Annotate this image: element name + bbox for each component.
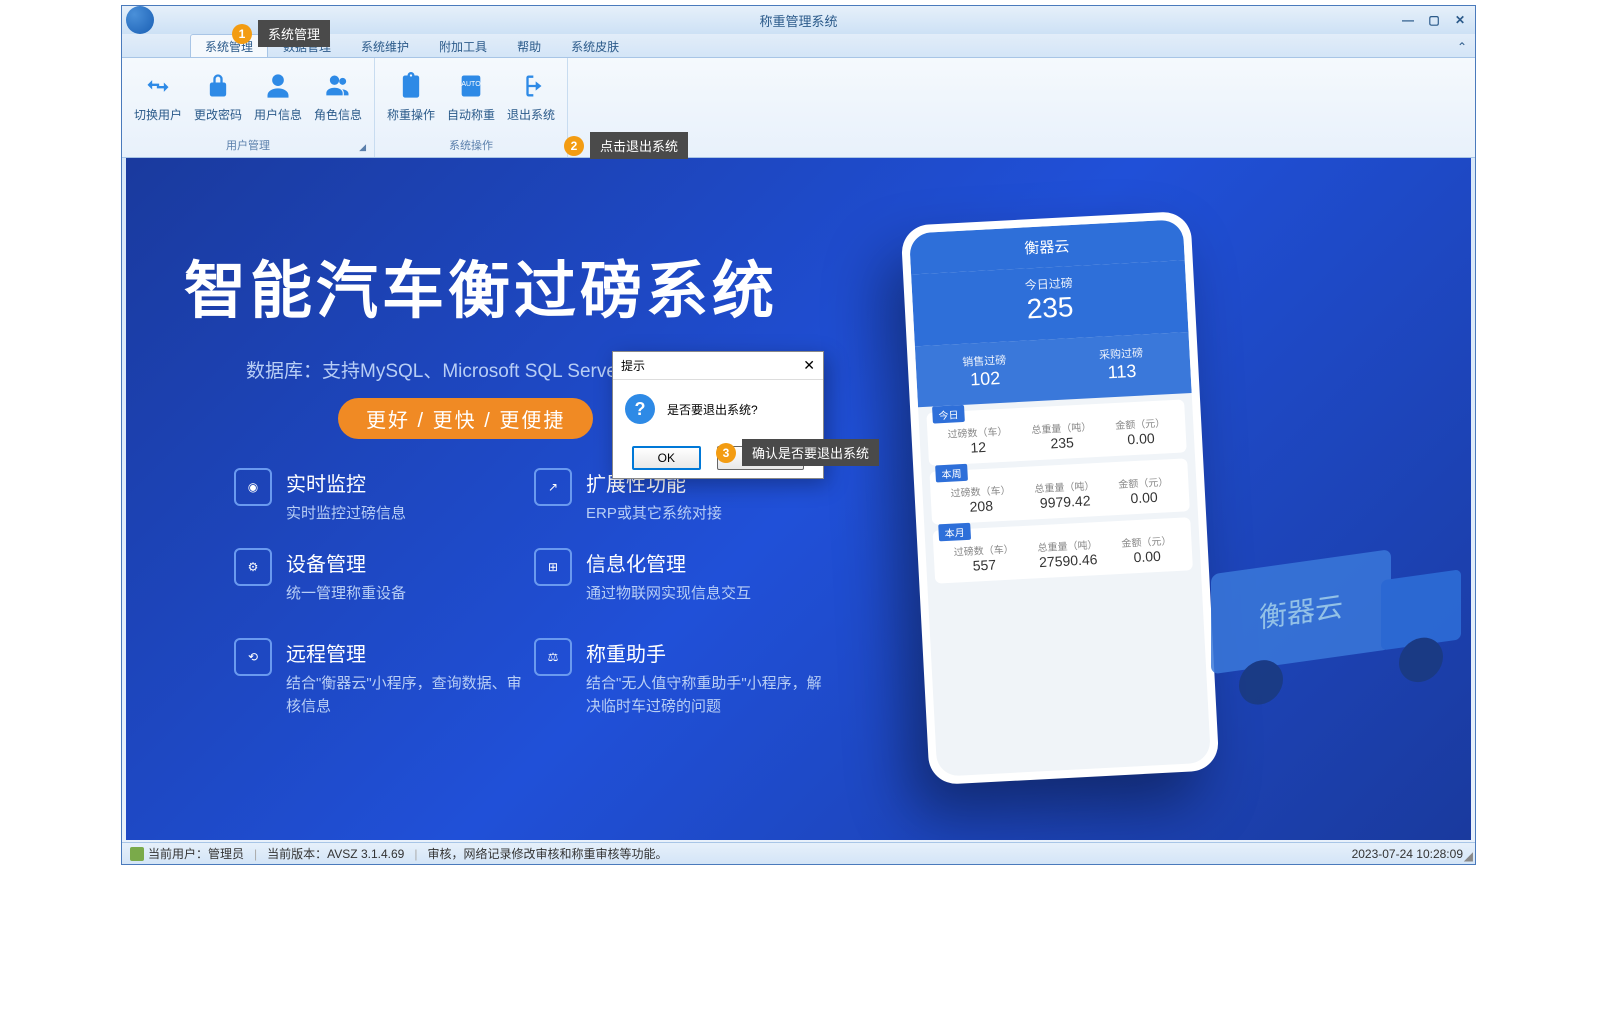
exit-icon	[517, 72, 545, 100]
ribbon-item-label: 退出系统	[507, 106, 555, 123]
question-icon: ?	[625, 394, 655, 424]
tab-addon-tools[interactable]: 附加工具	[424, 34, 502, 57]
phone-card: 本周 过磅数（车）208总重量（吨）9979.42金额（元）0.00	[929, 458, 1189, 524]
ribbon-group-label: 用户管理◢	[128, 135, 368, 155]
auto-weighing-button[interactable]: AUTO 自动称重	[441, 60, 501, 135]
tab-help[interactable]: 帮助	[502, 34, 556, 57]
phone-card-tag: 本周	[935, 464, 968, 483]
ribbon-item-label: 角色信息	[314, 106, 362, 123]
annotation-text: 确认是否要退出系统	[742, 439, 879, 466]
dialog-titlebar: 提示 ✕	[613, 352, 823, 380]
dialog-close-button[interactable]: ✕	[803, 357, 815, 374]
dialog-message: 是否要退出系统?	[667, 401, 758, 418]
ribbon-group-user: 切换用户 更改密码 用户信息 角色信息 用户管理◢	[122, 58, 375, 157]
ribbon-group-label: 系统操作	[381, 135, 561, 155]
weighing-op-button[interactable]: 称重操作	[381, 60, 441, 135]
annotation-badge: 3	[716, 443, 736, 463]
phone-screen: 衡器云 今日过磅 235 销售过磅102 采购过磅113 今日 过磅数（车）12…	[909, 219, 1211, 777]
phone-card: 今日 过磅数（车）12总重量（吨）235金额（元）0.00	[926, 399, 1186, 465]
window-controls: — ▢ ✕	[1399, 12, 1469, 28]
app-window: 称重管理系统 — ▢ ✕ 系统管理 数据管理 系统维护 附加工具 帮助 系统皮肤…	[121, 5, 1476, 865]
auto-icon: AUTO	[457, 72, 485, 100]
user-icon	[264, 72, 292, 100]
remote-icon: ⟲	[234, 638, 272, 676]
user-info-button[interactable]: 用户信息	[248, 60, 308, 135]
hero-title: 智能汽车衡过磅系统	[184, 240, 778, 330]
status-version-value: AVSZ 3.1.4.69	[327, 847, 404, 861]
ribbon-content: 切换用户 更改密码 用户信息 角色信息 用户管理◢	[122, 58, 1475, 158]
ribbon-item-label: 更改密码	[194, 106, 242, 123]
phone-card-tag: 今日	[932, 405, 965, 424]
tab-system-maintain[interactable]: 系统维护	[346, 34, 424, 57]
switch-user-icon	[144, 72, 172, 100]
monitor-icon: ◉	[234, 468, 272, 506]
ribbon-item-label: 切换用户	[134, 106, 182, 123]
status-user-label: 当前用户：	[148, 845, 208, 862]
phone-card: 本月 过磅数（车）557总重量（吨）27590.46金额（元）0.00	[933, 517, 1193, 583]
content-area: 智能汽车衡过磅系统 数据库：支持MySQL、Microsoft SQL Serv…	[126, 158, 1471, 840]
window-title: 称重管理系统	[759, 11, 837, 30]
extend-icon: ↗	[534, 468, 572, 506]
ok-button[interactable]: OK	[632, 446, 701, 470]
exit-system-button[interactable]: 退出系统	[501, 60, 561, 135]
phone-card-tag: 本月	[938, 523, 971, 542]
annotation-1: 1 系统管理	[232, 20, 330, 47]
status-bar: 当前用户： 管理员 | 当前版本： AVSZ 3.1.4.69 | 审核，网络记…	[122, 842, 1475, 864]
annotation-badge: 1	[232, 24, 252, 44]
close-button[interactable]: ✕	[1451, 12, 1469, 28]
truck-graphic: 衡器云	[1171, 520, 1471, 760]
scale-icon: ⚖	[534, 638, 572, 676]
app-logo-icon	[126, 6, 154, 34]
annotation-text: 点击退出系统	[590, 132, 688, 159]
role-icon	[324, 72, 352, 100]
annotation-2: 2 点击退出系统	[564, 132, 688, 159]
ribbon-item-label: 自动称重	[447, 106, 495, 123]
status-user-value: 管理员	[208, 845, 244, 862]
feature-assist: ⚖ 称重助手结合"无人值守称重助手"小程序，解决临时车过磅的问题	[534, 638, 826, 718]
role-info-button[interactable]: 角色信息	[308, 60, 368, 135]
switch-user-button[interactable]: 切换用户	[128, 60, 188, 135]
info-icon: ⊞	[534, 548, 572, 586]
feature-monitor: ◉ 实时监控实时监控过磅信息	[234, 468, 406, 526]
annotation-badge: 2	[564, 136, 584, 156]
change-password-button[interactable]: 更改密码	[188, 60, 248, 135]
status-scroll-text: 审核，网络记录修改审核和称重审核等功能。	[427, 845, 667, 862]
minimize-button[interactable]: —	[1399, 12, 1417, 28]
lock-icon	[204, 72, 232, 100]
dialog-title-text: 提示	[621, 357, 645, 374]
feature-remote: ⟲ 远程管理结合"衡器云"小程序，查询数据、审核信息	[234, 638, 526, 718]
annotation-text: 系统管理	[258, 20, 330, 47]
device-icon: ⚙	[234, 548, 272, 586]
clipboard-icon	[397, 72, 425, 100]
ribbon-collapse-icon[interactable]: ⌃	[1457, 40, 1467, 54]
dialog-body: ? 是否要退出系统?	[613, 380, 823, 438]
feature-device: ⚙ 设备管理统一管理称重设备	[234, 548, 406, 606]
group-expand-icon[interactable]: ◢	[359, 142, 366, 153]
resize-grip-icon[interactable]: ◢	[1464, 849, 1473, 863]
tab-skin[interactable]: 系统皮肤	[556, 34, 634, 57]
hero-subtitle: 数据库：支持MySQL、Microsoft SQL Server	[246, 356, 623, 383]
ribbon-group-system: 称重操作 AUTO 自动称重 退出系统 系统操作	[375, 58, 568, 157]
hero-badge: 更好 / 更快 / 更便捷	[338, 398, 593, 439]
ribbon-item-label: 称重操作	[387, 106, 435, 123]
status-version-label: 当前版本：	[267, 845, 327, 862]
status-datetime: 2023-07-24 10:28:09	[1352, 847, 1463, 861]
feature-info: ⊞ 信息化管理通过物联网实现信息交互	[534, 548, 751, 606]
user-status-icon	[130, 847, 144, 861]
annotation-3: 3 确认是否要退出系统	[716, 439, 879, 466]
maximize-button[interactable]: ▢	[1425, 12, 1443, 28]
svg-text:AUTO: AUTO	[461, 81, 481, 88]
ribbon-item-label: 用户信息	[254, 106, 302, 123]
